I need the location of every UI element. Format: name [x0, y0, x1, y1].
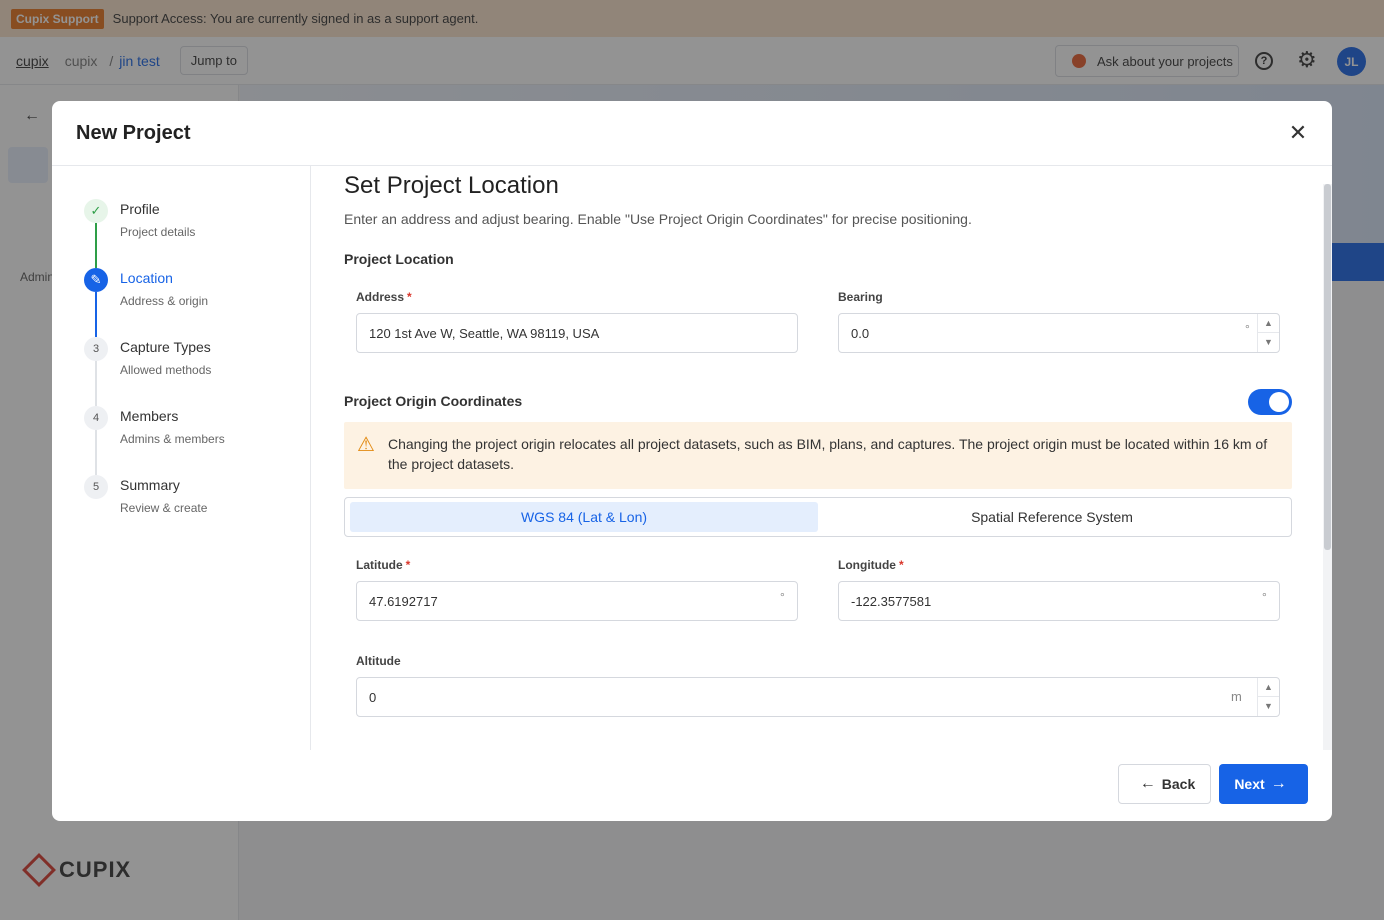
- step-connector: [95, 361, 97, 406]
- bearing-value: 0.0: [851, 325, 870, 341]
- modal-header: New Project ✕: [52, 101, 1332, 166]
- altitude-stepper[interactable]: ▲ ▼: [1257, 678, 1279, 716]
- latitude-unit: °: [780, 590, 785, 604]
- origin-warning-alert: ⚠ Changing the project origin relocates …: [344, 422, 1292, 489]
- chevron-down-icon: ▼: [1264, 337, 1273, 347]
- altitude-field[interactable]: 0 m ▲ ▼: [356, 677, 1280, 717]
- wizard-steps: ✓ Profile Project details ✎ Location Add…: [52, 166, 311, 750]
- address-label: Address *: [356, 290, 412, 304]
- longitude-unit: °: [1262, 590, 1267, 604]
- step-title: Profile: [120, 201, 160, 217]
- chevron-up-icon: ▲: [1258, 678, 1279, 697]
- bearing-unit: °: [1245, 322, 1250, 336]
- step-subtitle: Review & create: [120, 501, 208, 515]
- step-number: 4: [84, 406, 108, 430]
- altitude-label: Altitude: [356, 654, 401, 668]
- warning-triangle-icon: ⚠: [357, 434, 375, 456]
- altitude-unit: m: [1231, 689, 1242, 704]
- scrollbar-thumb[interactable]: [1324, 184, 1331, 550]
- back-label: Back: [1161, 776, 1196, 792]
- back-button[interactable]: ← Back: [1118, 764, 1211, 804]
- bearing-stepper[interactable]: ▲ ▼: [1257, 314, 1279, 352]
- step-subtitle: Address & origin: [120, 294, 209, 308]
- modal-title: New Project: [76, 122, 191, 144]
- warning-text: Changing the project origin relocates al…: [388, 436, 1268, 472]
- arrow-right-icon: →: [1270, 775, 1287, 792]
- step-edit-icon: ✎: [84, 268, 108, 292]
- next-label: Next: [1234, 776, 1265, 792]
- chevron-down-icon: ▼: [1264, 701, 1273, 711]
- address-field[interactable]: 120 1st Ave W, Seattle, WA 98119, USA: [356, 313, 798, 353]
- step-connector: [95, 223, 97, 268]
- tab-spatial-reference-system[interactable]: Spatial Reference System: [818, 502, 1286, 532]
- arrow-left-icon: ←: [1139, 775, 1156, 792]
- bearing-label: Bearing: [838, 290, 883, 304]
- location-form: Set Project Location Enter an address an…: [312, 166, 1332, 750]
- latitude-value: 47.6192717: [369, 593, 438, 609]
- step-subtitle: Allowed methods: [120, 363, 212, 377]
- longitude-value: -122.3577581: [851, 593, 932, 609]
- step-title: Capture Types: [120, 339, 211, 355]
- step-title: Location: [120, 270, 173, 286]
- latitude-label: Latitude *: [356, 558, 411, 572]
- address-value: 120 1st Ave W, Seattle, WA 98119, USA: [369, 325, 600, 341]
- new-project-modal: New Project ✕ ✓ Profile Project details …: [52, 101, 1332, 821]
- origin-coordinates-label: Project Origin Coordinates: [344, 393, 523, 409]
- content-scrollbar[interactable]: [1323, 184, 1332, 750]
- close-icon[interactable]: ✕: [1288, 122, 1308, 144]
- altitude-value: 0: [369, 689, 377, 705]
- project-location-label: Project Location: [344, 251, 454, 267]
- bearing-field[interactable]: 0.0 ° ▲ ▼: [838, 313, 1280, 353]
- longitude-label: Longitude *: [838, 558, 904, 572]
- step-subtitle: Project details: [120, 225, 196, 239]
- longitude-field[interactable]: -122.3577581 °: [838, 581, 1280, 621]
- coordinate-system-tabs: WGS 84 (Lat & Lon) Spatial Reference Sys…: [344, 497, 1292, 537]
- origin-coordinates-toggle[interactable]: [1248, 389, 1292, 415]
- step-connector: [95, 430, 97, 475]
- latitude-field[interactable]: 47.6192717 °: [356, 581, 798, 621]
- tab-wgs84[interactable]: WGS 84 (Lat & Lon): [350, 502, 818, 532]
- step-check-icon: ✓: [84, 199, 108, 223]
- next-button[interactable]: Next →: [1219, 764, 1308, 804]
- step-subtitle: Admins & members: [120, 432, 225, 446]
- step-connector: [95, 292, 97, 337]
- step-number: 3: [84, 337, 108, 361]
- toggle-knob: [1269, 392, 1289, 412]
- step-title: Summary: [120, 477, 180, 493]
- step-title: Members: [120, 408, 179, 424]
- section-description: Enter an address and adjust bearing. Ena…: [344, 211, 972, 227]
- chevron-up-icon: ▲: [1258, 314, 1279, 333]
- section-title: Set Project Location: [344, 172, 559, 199]
- step-number: 5: [84, 475, 108, 499]
